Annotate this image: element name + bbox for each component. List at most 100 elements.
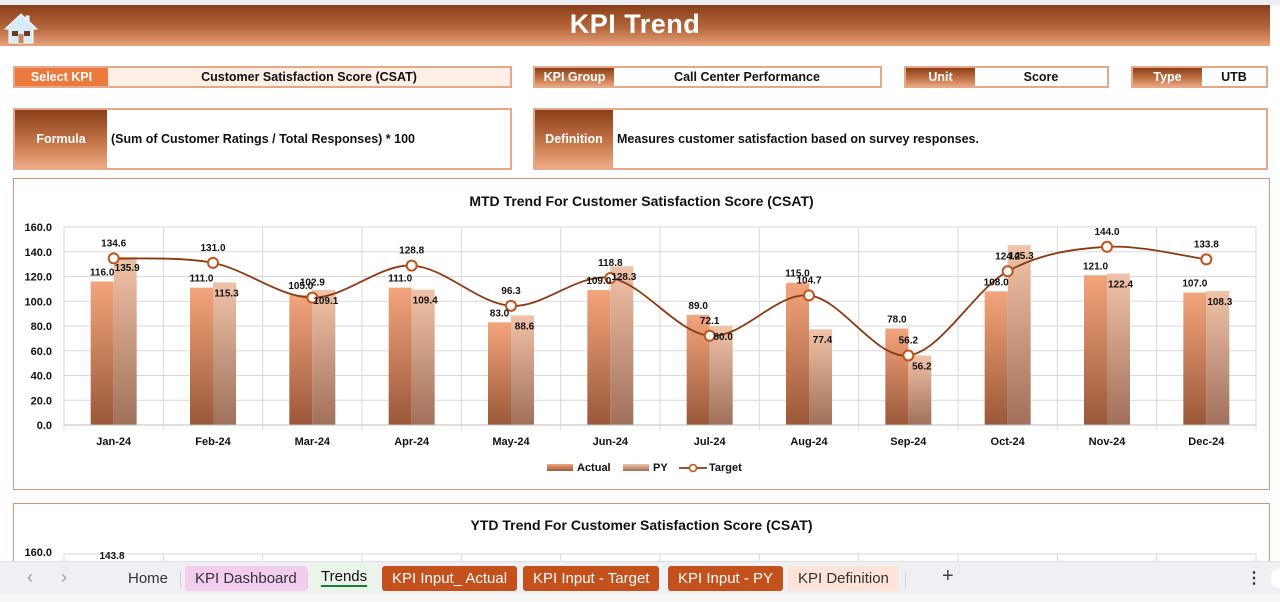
data-label-actual: 111.0 <box>190 274 214 285</box>
data-label-py: 115.3 <box>214 288 239 299</box>
title-banner: KPI Trend <box>0 5 1270 46</box>
data-label-actual: 107.0 <box>1182 279 1207 290</box>
data-label-actual: 108.0 <box>984 277 1009 288</box>
x-tick-label: Nov-24 <box>1089 436 1127 448</box>
y-tick-label: 100.0 <box>24 296 52 308</box>
legend-label-actual: Actual <box>577 462 611 474</box>
data-label-py: 108.3 <box>1207 297 1232 308</box>
data-label-actual: 78.0 <box>887 314 907 325</box>
target-marker <box>1101 240 1113 253</box>
legend-marker-target <box>688 463 698 473</box>
bar-actual <box>388 287 412 425</box>
tab-trends-label: Trends <box>321 567 368 587</box>
page-title: KPI Trend <box>569 9 701 39</box>
mtd-trend-chart[interactable]: MTD Trend For Customer Satisfaction Scor… <box>13 178 1270 490</box>
unit-label: Unit <box>906 68 975 86</box>
x-tick-label: Dec-24 <box>1188 436 1225 448</box>
mtd-chart-plot: 0.020.040.060.080.0100.0120.0140.0160.0 … <box>24 222 1257 474</box>
y-tick-label: 140.0 <box>24 247 52 259</box>
x-tick-label: Mar-24 <box>295 436 331 448</box>
target-marker <box>1200 253 1213 266</box>
status-strip <box>0 594 1280 602</box>
y-tick-label: 0.0 <box>37 420 52 432</box>
y-tick-label: 160.0 <box>24 222 52 234</box>
tab-trends[interactable]: Trends <box>311 563 378 591</box>
tab-kpi-input-actual[interactable]: KPI Input_ Actual <box>382 566 518 591</box>
bar-actual <box>190 287 213 425</box>
target-marker <box>207 256 219 269</box>
data-label-target: 133.8 <box>1194 239 1219 250</box>
bar-py <box>113 256 137 425</box>
bar-py <box>610 266 634 425</box>
tab-divider <box>180 571 181 588</box>
tab-home-label: Home <box>128 570 169 587</box>
data-label-actual: 111.0 <box>388 274 412 285</box>
data-label-py: 80.0 <box>713 332 733 343</box>
select-kpi-dropdown[interactable]: Customer Satisfaction Score (CSAT) <box>108 68 510 86</box>
bar-actual <box>786 282 809 425</box>
x-tick-label: Jan-24 <box>96 436 132 448</box>
next-sheet-button[interactable]: › <box>54 567 74 589</box>
tab-kpi-dashboard[interactable]: KPI Dashboard <box>185 566 307 591</box>
type-value: UTB <box>1221 70 1247 84</box>
bar-actual <box>587 290 611 425</box>
y-tick-label: 80.0 <box>31 321 52 333</box>
add-sheet-button[interactable]: + <box>942 565 954 588</box>
x-tick-label: Jul-24 <box>694 436 727 448</box>
x-tick-label: Aug-24 <box>790 436 828 448</box>
legend-label-target: Target <box>709 462 742 474</box>
y-tick-label: 120.0 <box>24 272 52 284</box>
data-label-py: 109.4 <box>413 296 438 307</box>
data-label-target: 124.2 <box>995 251 1020 262</box>
data-label-actual: 83.0 <box>490 308 510 319</box>
data-label-py: 122.4 <box>1108 280 1133 291</box>
bar-actual <box>488 322 511 425</box>
tab-kpi-definition[interactable]: KPI Definition <box>788 566 899 591</box>
bar-actual <box>90 281 114 425</box>
bar-py <box>1107 273 1130 425</box>
data-label-target: 144.0 <box>1094 227 1119 238</box>
legend-swatch-actual <box>547 464 573 471</box>
tab-kpi-input-target[interactable]: KPI Input - Target <box>523 566 660 591</box>
data-label-py: 109.1 <box>313 296 338 307</box>
x-tick-label: Jun-24 <box>593 436 629 448</box>
x-tick-label: May-24 <box>492 436 530 448</box>
tab-kpi-input-py[interactable]: KPI Input - PY <box>668 566 784 591</box>
x-tick-label: Sep-24 <box>890 436 927 448</box>
prev-sheet-button[interactable]: ‹ <box>20 567 40 589</box>
y-tick-label: 60.0 <box>31 346 52 358</box>
data-label-py: 128.3 <box>611 272 636 283</box>
ytd-ytick-label: 160.0 <box>24 547 52 559</box>
tab-divider <box>307 571 308 588</box>
data-label-py: 77.4 <box>813 335 833 346</box>
bar-py <box>411 289 435 425</box>
type-label: Type <box>1133 68 1202 86</box>
target-marker <box>405 259 418 272</box>
kpi-group-value: Call Center Performance <box>674 70 820 84</box>
y-tick-label: 40.0 <box>31 371 52 383</box>
tab-kpi-definition-label: KPI Definition <box>798 570 889 587</box>
data-label-target: 104.7 <box>796 275 821 286</box>
tab-kpi-dashboard-label: KPI Dashboard <box>195 570 297 587</box>
kpi-trend-sheet: KPI Trend Select KPI Customer Satisfacti… <box>0 0 1280 602</box>
data-label-py: 135.9 <box>115 263 140 274</box>
x-tick-label: Feb-24 <box>195 436 231 448</box>
legend-label-py: PY <box>653 462 668 474</box>
more-options-icon[interactable]: ⋮ <box>1246 568 1262 588</box>
bar-py <box>213 282 236 425</box>
target-marker <box>803 289 815 302</box>
data-label-target: 131.0 <box>200 243 225 254</box>
bar-py <box>312 289 336 425</box>
tab-divider <box>905 571 906 588</box>
legend-swatch-py <box>623 464 649 471</box>
kpi-group-label: KPI Group <box>535 68 614 86</box>
tab-kpi-input-py-label: KPI Input - PY <box>678 570 774 587</box>
target-marker <box>1001 265 1014 278</box>
tab-home[interactable]: Home <box>118 566 178 591</box>
target-marker <box>902 349 915 362</box>
data-label-target: 96.3 <box>501 286 521 297</box>
scroll-handle[interactable] <box>1271 568 1280 588</box>
bar-actual <box>1084 275 1107 425</box>
bar-py <box>1206 290 1230 425</box>
data-label-actual: 116.0 <box>90 267 115 278</box>
